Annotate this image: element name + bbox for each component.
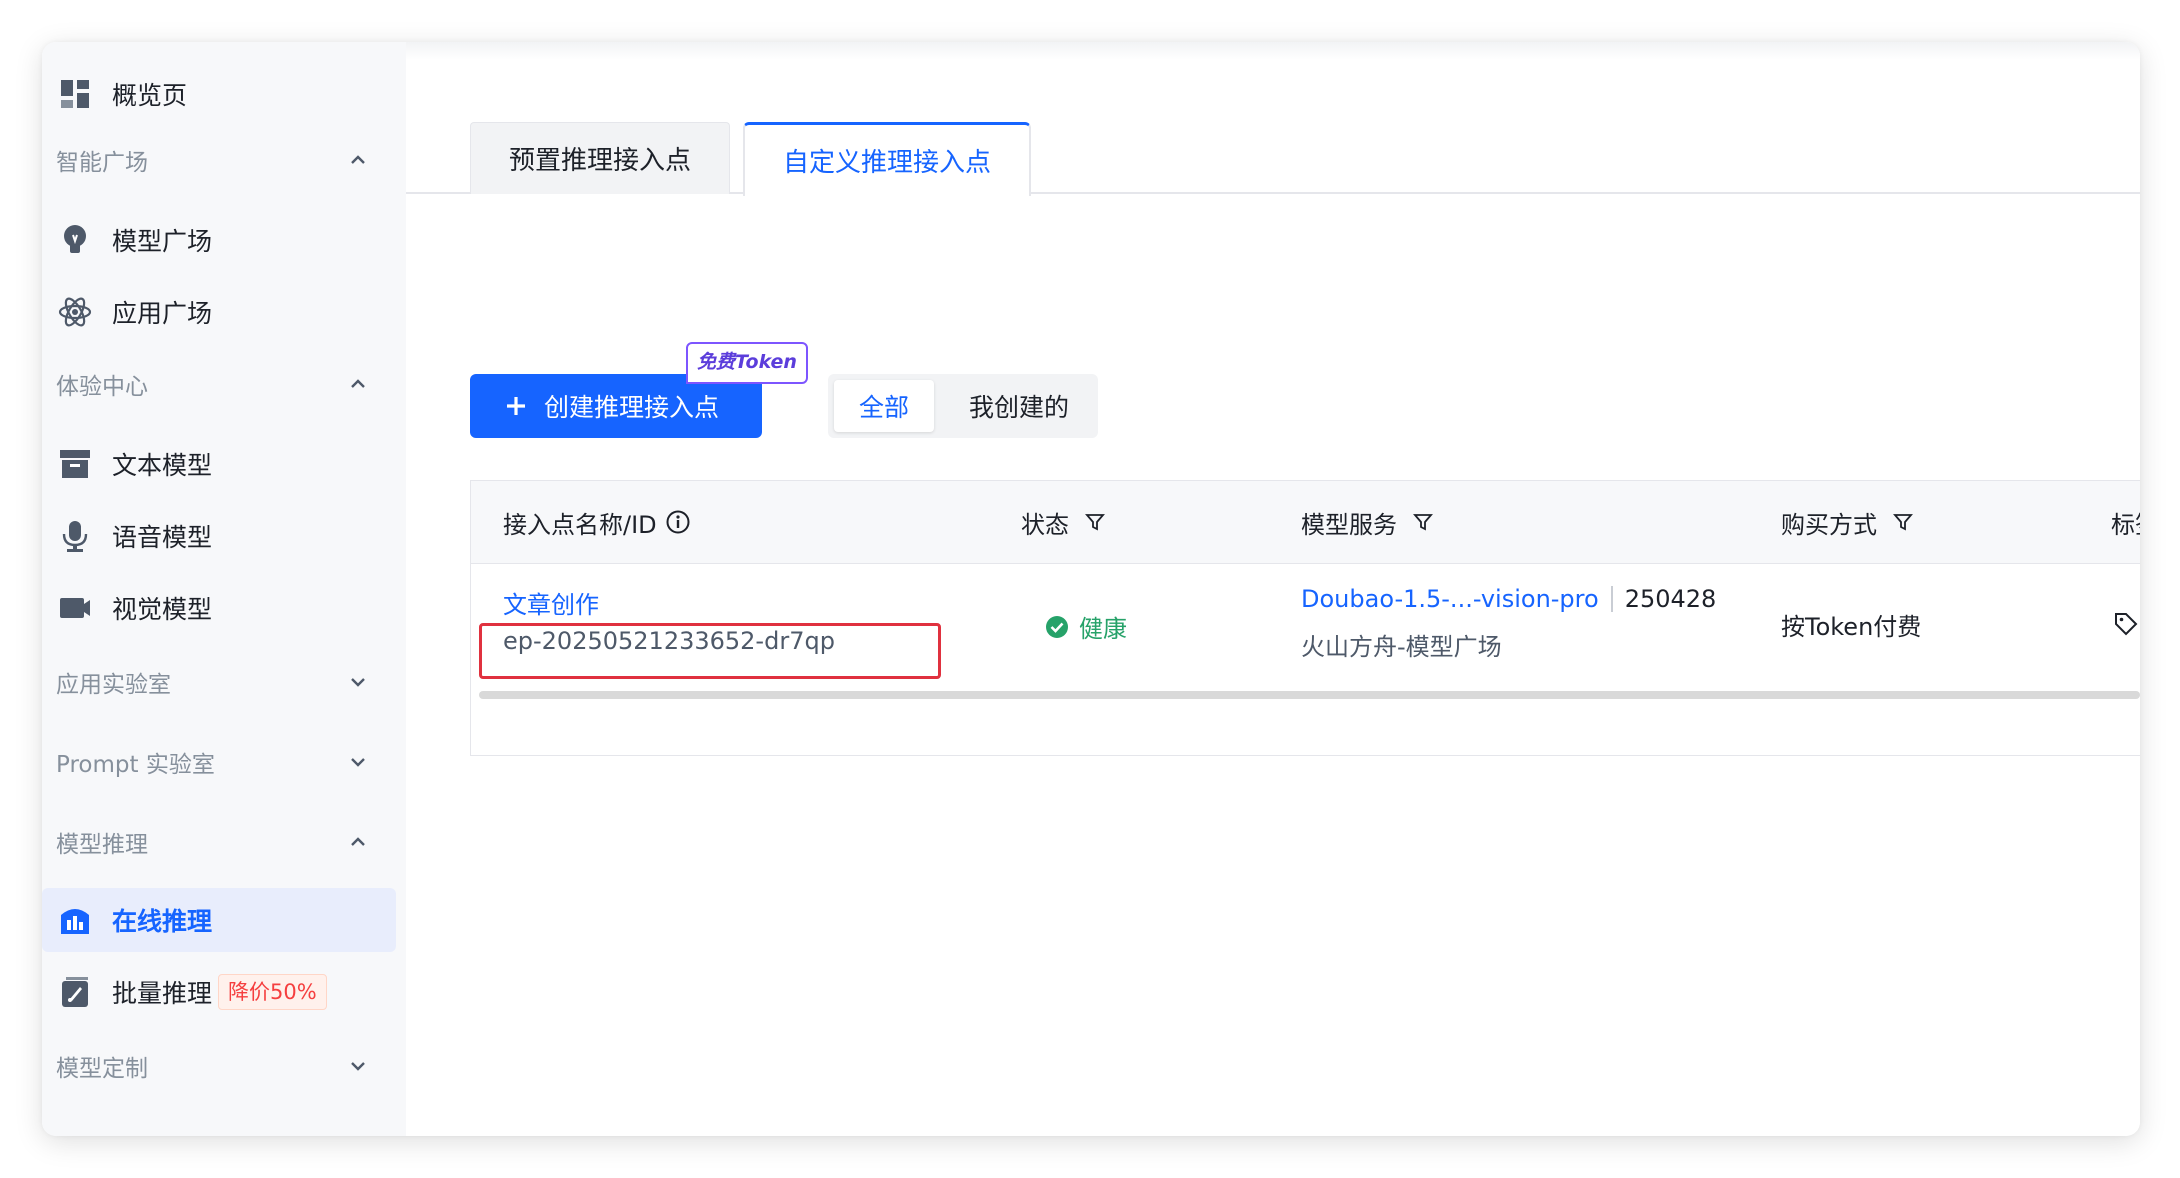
ownership-filter: 全部 我创建的: [828, 374, 1098, 438]
divider: [1610, 586, 1613, 612]
scroll-fade: [406, 42, 2140, 60]
model-source: 火山方舟-模型广场: [1301, 633, 1502, 661]
section-app-lab[interactable]: 应用实验室: [42, 654, 396, 710]
header-name-label: 接入点名称/ID: [503, 510, 657, 539]
endpoint-name-link[interactable]: 文章创作: [503, 585, 599, 620]
tab-preset-endpoints[interactable]: 预置推理接入点: [470, 122, 730, 194]
section-label: 模型定制: [56, 1056, 148, 1082]
header-model: 模型服务: [1301, 481, 1433, 563]
filter-icon[interactable]: [1085, 512, 1105, 532]
bar-chart-icon: [61, 909, 89, 934]
archive-icon: [60, 450, 90, 478]
status-badge: 健康: [1045, 609, 1127, 644]
endpoint-table: 接入点名称/ID 状态 模型服务 购买方式 标 文章创作 ep-20250521…: [470, 480, 2140, 756]
sidebar-item-label: 批量推理: [112, 979, 213, 1008]
sidebar-item-label: 应用广场: [112, 299, 213, 328]
sidebar-item-vision-model[interactable]: 视觉模型: [42, 576, 396, 640]
tab-custom-endpoints[interactable]: 自定义推理接入点: [743, 122, 1031, 196]
section-label: 模型推理: [56, 832, 148, 858]
chevron-up-icon: [351, 837, 365, 846]
rocket-box-icon: [62, 977, 88, 1007]
sidebar-item-label: 文本模型: [112, 451, 213, 480]
section-experience-center[interactable]: 体验中心: [42, 356, 396, 412]
filter-icon[interactable]: [1893, 512, 1913, 532]
sidebar: 概览页 智能广场 模型广场 应用广场 体验中心 文本模型 语音模型 视觉模型 应…: [42, 42, 406, 1136]
lightbulb-icon: [64, 225, 86, 253]
section-label: 应用实验室: [56, 672, 171, 698]
header-tags: 标签: [2111, 481, 2140, 563]
sidebar-item-label: 语音模型: [112, 523, 213, 552]
chevron-up-icon: [351, 379, 365, 388]
sidebar-item-batch-inference[interactable]: 批量推理 降价50%: [42, 960, 396, 1024]
microphone-icon: [62, 521, 88, 552]
atom-icon: [58, 297, 92, 327]
billing-method: 按Token付费: [1781, 613, 1922, 641]
filter-all[interactable]: 全部: [834, 380, 934, 432]
filter-mine[interactable]: 我创建的: [944, 380, 1094, 432]
discount-badge: 降价50%: [218, 974, 327, 1010]
main-content: 预置推理接入点 自定义推理接入点 创建推理接入点 免费Token 全部 我创建的…: [406, 42, 2140, 1136]
sidebar-item-voice-model[interactable]: 语音模型: [42, 504, 396, 568]
sidebar-item-label: 概览页: [112, 81, 188, 110]
section-label: 智能广场: [56, 150, 148, 176]
header-name: 接入点名称/ID: [503, 481, 691, 563]
free-token-badge: 免费Token: [686, 342, 808, 384]
tag-icon[interactable]: [2113, 611, 2139, 637]
sidebar-item-label: 模型广场: [112, 227, 213, 256]
section-label: Prompt 实验室: [56, 752, 215, 778]
video-camera-icon: [60, 598, 90, 618]
status-text: 健康: [1079, 615, 1127, 643]
model-version: 250428: [1624, 585, 1717, 613]
sidebar-item-app-plaza[interactable]: 应用广场: [42, 280, 396, 344]
plus-icon: [507, 397, 525, 415]
section-model-custom[interactable]: 模型定制: [42, 1038, 396, 1094]
chevron-down-icon: [351, 758, 365, 767]
header-status-label: 状态: [1021, 510, 1069, 539]
header-billing: 购买方式: [1781, 481, 1913, 563]
header-status: 状态: [1021, 481, 1105, 563]
sidebar-item-label: 视觉模型: [112, 595, 213, 624]
chevron-down-icon: [351, 1062, 365, 1071]
sidebar-item-text-model[interactable]: 文本模型: [42, 432, 396, 496]
header-billing-label: 购买方式: [1781, 510, 1877, 539]
sidebar-item-online-inference[interactable]: 在线推理: [42, 888, 396, 952]
model-name-link[interactable]: Doubao-1.5-...-vision-pro: [1301, 585, 1599, 613]
section-model-inference[interactable]: 模型推理: [42, 814, 396, 870]
check-circle-icon: [1046, 615, 1068, 638]
dashboard-icon: [61, 80, 89, 108]
model-service: Doubao-1.5-...-vision-pro 250428: [1301, 585, 1716, 613]
info-icon[interactable]: [665, 509, 691, 535]
header-model-label: 模型服务: [1301, 510, 1397, 539]
horizontal-scrollbar[interactable]: [479, 691, 2140, 699]
table-header: 接入点名称/ID 状态 模型服务 购买方式 标: [471, 481, 2140, 564]
header-tags-label: 标签: [2111, 510, 2140, 539]
section-prompt-lab[interactable]: Prompt 实验室: [42, 734, 396, 790]
section-smart-plaza[interactable]: 智能广场: [42, 132, 396, 188]
sidebar-item-model-plaza[interactable]: 模型广场: [42, 208, 396, 272]
chevron-down-icon: [351, 678, 365, 687]
console-window: 概览页 智能广场 模型广场 应用广场 体验中心 文本模型 语音模型 视觉模型 应…: [42, 42, 2140, 1136]
highlight-box: [479, 623, 941, 679]
create-endpoint-label: 创建推理接入点: [544, 393, 720, 422]
filter-icon[interactable]: [1413, 512, 1433, 532]
section-label: 体验中心: [56, 374, 148, 400]
sidebar-item-label: 在线推理: [112, 907, 213, 936]
chevron-up-icon: [351, 155, 365, 164]
sidebar-item-overview[interactable]: 概览页: [42, 62, 396, 126]
